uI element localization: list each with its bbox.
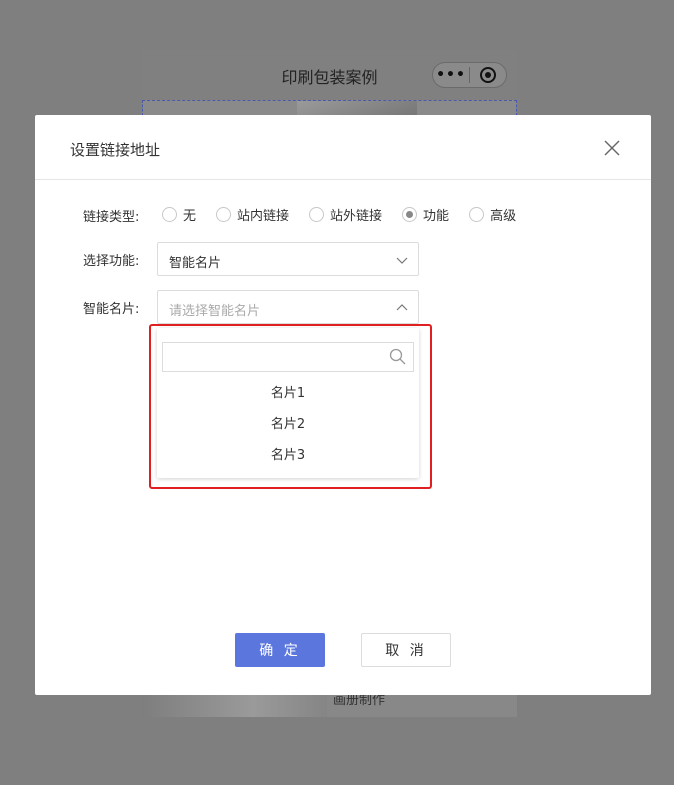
phone-header: 印刷包装案例 ••• — [142, 50, 517, 100]
radio-label: 功能 — [423, 209, 450, 224]
confirm-button[interactable]: 确 定 — [235, 633, 325, 667]
preview-bottom-image — [142, 695, 327, 717]
card-select-placeholder: 请选择智能名片 — [169, 304, 261, 319]
card-option-3[interactable]: 名片3 — [157, 444, 419, 468]
close-program-icon — [470, 67, 506, 83]
card-option-2[interactable]: 名片2 — [157, 413, 419, 437]
radio-function[interactable]: 功能 — [402, 205, 449, 224]
radio-label: 无 — [183, 209, 197, 224]
radio-circle[interactable] — [162, 207, 177, 222]
radio-circle-checked[interactable] — [402, 207, 418, 222]
chevron-down-icon — [396, 257, 408, 264]
radio-none[interactable]: 无 — [162, 205, 196, 224]
radio-label: 站外链接 — [330, 209, 383, 224]
radio-internal-link[interactable]: 站内链接 — [216, 205, 289, 224]
mini-program-capsule: ••• — [432, 62, 507, 88]
function-select[interactable]: 智能名片 — [157, 242, 419, 276]
more-icon: ••• — [436, 67, 466, 83]
radio-advanced[interactable]: 高级 — [469, 205, 516, 224]
function-label: 选择功能: — [83, 254, 140, 269]
card-label: 智能名片: — [83, 302, 140, 317]
dialog-header: 设置链接地址 — [35, 115, 651, 180]
radio-circle[interactable] — [469, 207, 485, 222]
dialog-title: 设置链接地址 — [70, 141, 161, 159]
card-option-1[interactable]: 名片1 — [157, 382, 419, 406]
chevron-up-icon — [396, 304, 408, 311]
link-type-label: 链接类型: — [83, 210, 140, 225]
link-settings-dialog: 设置链接地址 链接类型: 无 站内链接 站外链接 功能 高级 选择功能: 智能名… — [35, 115, 651, 695]
radio-label: 站内链接 — [237, 209, 290, 224]
link-type-radio-group: 无 站内链接 站外链接 功能 高级 — [162, 205, 536, 224]
preview-image — [297, 101, 417, 115]
radio-circle[interactable] — [309, 207, 325, 222]
close-icon[interactable] — [603, 139, 621, 157]
cancel-button[interactable]: 取 消 — [361, 633, 451, 667]
search-icon[interactable] — [389, 348, 406, 365]
radio-external-link[interactable]: 站外链接 — [309, 205, 382, 224]
card-select[interactable]: 请选择智能名片 — [157, 290, 419, 324]
radio-label: 高级 — [490, 209, 517, 224]
function-select-value: 智能名片 — [169, 256, 222, 271]
radio-circle[interactable] — [216, 207, 232, 222]
card-dropdown: 名片1 名片2 名片3 — [157, 328, 419, 478]
card-search-input[interactable] — [162, 342, 414, 372]
